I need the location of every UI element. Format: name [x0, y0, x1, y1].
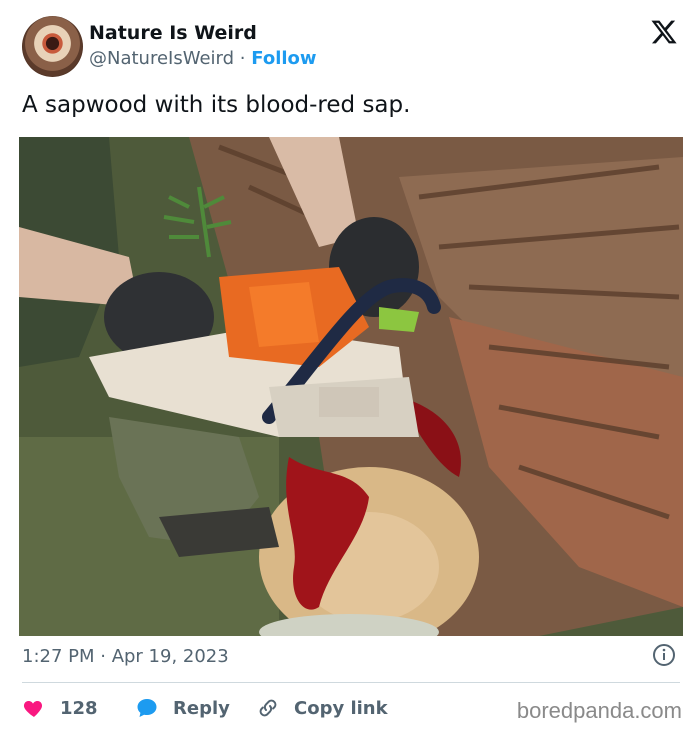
copy-link-button[interactable]: Copy link: [256, 694, 388, 722]
video-frame-image: [19, 137, 683, 636]
author-handle[interactable]: @NatureIsWeird: [89, 48, 234, 69]
info-icon[interactable]: [652, 643, 676, 667]
reply-bubble-icon: [137, 699, 157, 717]
avatar[interactable]: [22, 16, 83, 77]
like-count: 128: [60, 697, 98, 719]
tweet-video[interactable]: [19, 137, 683, 636]
link-icon: [259, 699, 277, 717]
reply-label: Reply: [173, 697, 230, 719]
copy-link-label: Copy link: [294, 697, 388, 719]
divider: [22, 682, 680, 683]
separator-dot: ·: [239, 48, 246, 69]
tweet-text: A sapwood with its blood-red sap.: [22, 92, 411, 118]
author-name[interactable]: Nature Is Weird: [89, 22, 257, 44]
heart-icon: [23, 701, 43, 717]
tweet-header: Nature Is Weird @NatureIsWeird · Follow: [22, 16, 682, 78]
handle-row: @NatureIsWeird · Follow: [89, 48, 317, 69]
watermark: boredpanda.com: [516, 698, 682, 723]
like-button[interactable]: 128: [22, 694, 98, 722]
x-logo-icon[interactable]: [650, 18, 678, 46]
follow-button[interactable]: Follow: [251, 48, 316, 69]
tweet-timestamp[interactable]: 1:27 PM · Apr 19, 2023: [22, 646, 229, 667]
reply-button[interactable]: Reply: [135, 694, 230, 722]
